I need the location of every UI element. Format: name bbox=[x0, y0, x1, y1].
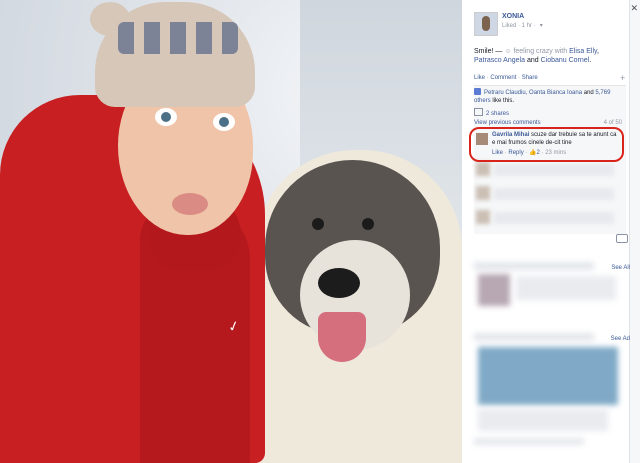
likes-summary: Petraru Claudiu, Oanta Bianca Ioana and … bbox=[474, 88, 624, 105]
tagged-user-2[interactable]: Patrasco Angela bbox=[474, 57, 525, 64]
view-previous-comments[interactable]: View previous comments bbox=[474, 120, 541, 126]
comment-link[interactable]: Comment bbox=[490, 75, 516, 81]
status-prefix: Smile! — bbox=[474, 48, 505, 55]
shares-link[interactable]: 2 shares bbox=[474, 108, 509, 117]
blurred-avatar bbox=[476, 162, 490, 176]
share-icon bbox=[474, 108, 483, 116]
blurred-heading bbox=[474, 333, 594, 341]
feeling-text: feeling crazy with bbox=[513, 48, 568, 55]
camera-icon[interactable] bbox=[616, 234, 628, 243]
separator: and bbox=[526, 57, 539, 64]
post-meta: Liked · 1 hr · ▾ bbox=[502, 22, 543, 29]
author-name[interactable]: XONIA bbox=[502, 13, 524, 20]
author-avatar[interactable] bbox=[474, 12, 498, 36]
post-photo[interactable]: ✓ bbox=[0, 0, 462, 463]
status-end: . bbox=[589, 57, 592, 64]
see-ad-link[interactable]: See Ad bbox=[611, 336, 630, 342]
blurred-avatar bbox=[476, 210, 490, 224]
blurred-ad-image[interactable] bbox=[478, 347, 618, 405]
lips bbox=[172, 193, 208, 215]
post-side-panel: ✕ XONIA Liked · 1 hr · ▾ Smile! — ☺ feeli… bbox=[462, 0, 640, 463]
post-status: Smile! — ☺ feeling crazy with Elisa Elly… bbox=[474, 47, 624, 65]
shares-label[interactable]: 2 shares bbox=[486, 111, 509, 117]
separator: , bbox=[597, 48, 599, 55]
comment-count: 4 of 50 bbox=[603, 120, 622, 126]
comment-highlight-circle bbox=[469, 127, 624, 162]
blurred-comment bbox=[494, 188, 614, 200]
eye bbox=[213, 113, 235, 131]
emoji-icon: ☺ bbox=[504, 48, 512, 55]
blurred-thumbnail bbox=[478, 274, 510, 306]
hat-pattern bbox=[118, 22, 238, 54]
dog-eye bbox=[312, 218, 324, 230]
eye bbox=[155, 108, 177, 126]
tagged-user-1[interactable]: Elisa Elly bbox=[569, 48, 597, 55]
blurred-avatar bbox=[476, 186, 490, 200]
likes-suffix: like this. bbox=[492, 98, 515, 104]
close-icon[interactable]: ✕ bbox=[630, 3, 638, 14]
share-link[interactable]: Share bbox=[522, 75, 538, 81]
tagged-user-3[interactable]: Ciobanu Cornel bbox=[541, 57, 590, 64]
dog-eye bbox=[362, 218, 374, 230]
blurred-ad-text bbox=[478, 409, 608, 431]
blurred-text bbox=[516, 276, 616, 300]
see-all-link[interactable]: See All bbox=[611, 265, 630, 271]
dog-nose bbox=[318, 268, 360, 298]
post-actions: Like · Comment · Share bbox=[474, 75, 538, 81]
likers[interactable]: Petraru Claudiu, Oanta Bianca Ioana bbox=[484, 90, 582, 96]
post-meta-text: Liked · 1 hr · bbox=[502, 23, 536, 29]
plus-icon[interactable]: + bbox=[620, 73, 625, 83]
likes-and: and bbox=[583, 90, 594, 96]
scrollbar[interactable] bbox=[629, 0, 640, 463]
blurred-comment bbox=[494, 164, 614, 176]
thumbs-up-icon bbox=[474, 88, 481, 95]
like-link[interactable]: Like bbox=[474, 75, 485, 81]
privacy-icon[interactable]: ▾ bbox=[540, 22, 543, 29]
blurred-heading bbox=[474, 262, 594, 270]
blurred-comment bbox=[494, 212, 614, 224]
dog-tongue bbox=[318, 312, 366, 362]
blurred-footer bbox=[474, 438, 584, 445]
knit-hat bbox=[95, 2, 255, 107]
